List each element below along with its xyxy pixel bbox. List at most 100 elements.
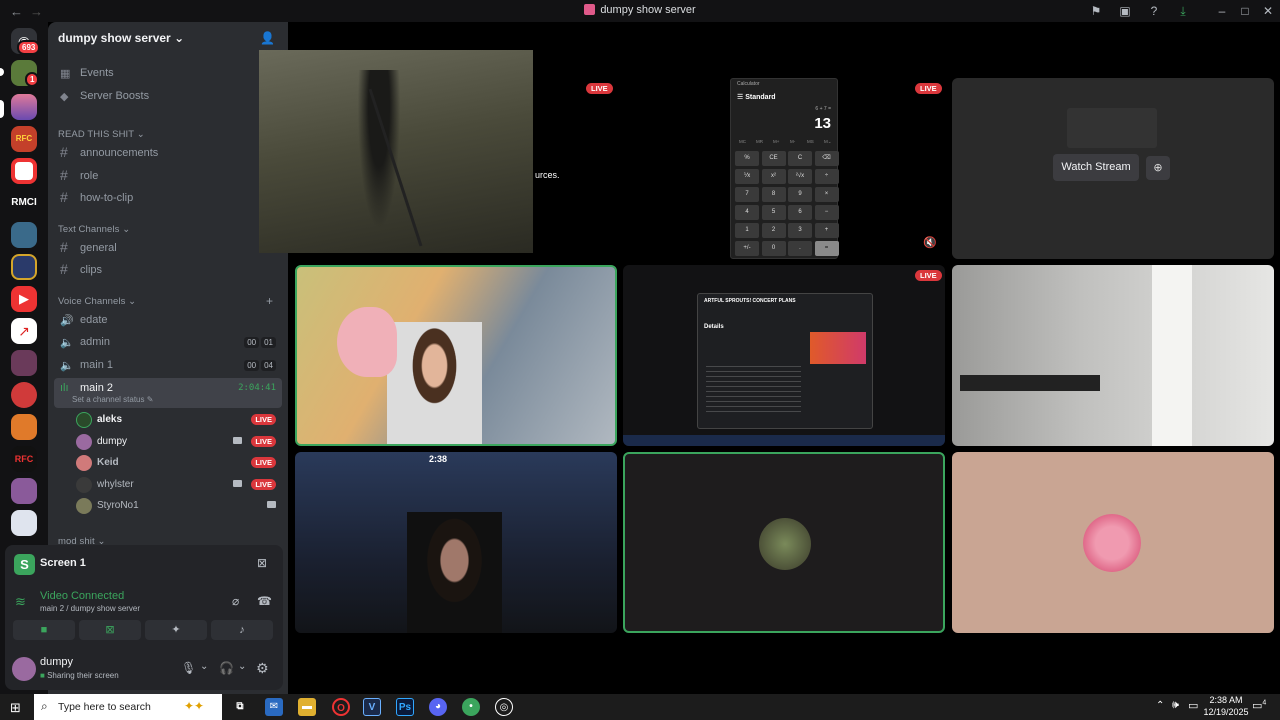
calc-memory-key[interactable]: M⌄	[824, 139, 832, 145]
user-tile-speaking[interactable]	[623, 452, 945, 633]
threads-icon[interactable]: ⚑	[1088, 3, 1104, 19]
signal-icon[interactable]: ≋	[15, 594, 26, 610]
voice-main-2[interactable]: ılı main 2 2:04:41 Set a channel status ✎	[54, 378, 282, 408]
voice-user[interactable]: whylster LIVE	[76, 475, 282, 495]
youtube-icon[interactable]: ▶	[11, 286, 37, 312]
headphones-icon[interactable]: 🎧	[219, 661, 234, 675]
search-box[interactable]: ⌕ Type here to search ✦✦	[34, 694, 222, 720]
voice-admin[interactable]: 🔈 admin 00 01	[54, 332, 282, 354]
mic-icon[interactable]: 🎙	[181, 661, 196, 675]
activities-button[interactable]: ✦	[145, 620, 207, 640]
category-read[interactable]: READ THIS SHIT ⌄	[58, 129, 145, 140]
inbox-icon[interactable]: ▣	[1117, 3, 1133, 19]
boosts-item[interactable]: ◆ Server Boosts	[54, 86, 282, 108]
disconnect-icon[interactable]: ☎	[257, 594, 272, 608]
calc-key[interactable]: x²	[761, 169, 786, 184]
user-avatar[interactable]	[12, 657, 36, 681]
network-icon[interactable]: ▭	[1188, 699, 1198, 712]
channel-clips[interactable]: # clips	[54, 260, 282, 282]
webcam-tile-dumpy[interactable]	[295, 265, 617, 446]
minimize-button[interactable]: –	[1214, 3, 1230, 19]
mute-icon[interactable]: 🔇	[923, 236, 937, 249]
calc-key[interactable]: C	[788, 151, 812, 166]
voice-user[interactable]: aleks LIVE	[76, 410, 282, 430]
mic-options-icon[interactable]: ⌄	[200, 661, 208, 672]
calc-key[interactable]: −	[814, 205, 839, 220]
calc-key[interactable]: 6	[788, 205, 812, 220]
task-view-icon[interactable]: ⧉	[231, 698, 249, 716]
server-avatar-2[interactable]	[11, 94, 37, 120]
notification-icon[interactable]: ▭4	[1252, 699, 1266, 712]
calc-key[interactable]: CE	[761, 151, 786, 166]
voice-user[interactable]: Keid LIVE	[76, 453, 282, 473]
user-tile-avatar[interactable]	[952, 452, 1274, 633]
server-avatar-7[interactable]	[11, 478, 37, 504]
camera-button[interactable]: ■	[13, 620, 75, 640]
maximize-button[interactable]: □	[1237, 3, 1253, 19]
photoshop-icon[interactable]: Ps	[396, 698, 414, 716]
headphone-options-icon[interactable]: ⌄	[238, 661, 246, 672]
soundboard-button[interactable]: ♪	[211, 620, 273, 640]
calc-memory-key[interactable]: M-	[790, 139, 795, 144]
calc-key[interactable]: 5	[761, 205, 786, 220]
clock-date[interactable]: 12/19/2025	[1203, 707, 1249, 717]
volume-icon[interactable]: 🕪	[1172, 699, 1179, 712]
calc-key[interactable]: .	[788, 241, 812, 256]
voice-edate[interactable]: 🔊 edate	[54, 310, 282, 332]
calc-key[interactable]: +	[814, 223, 839, 238]
calc-key[interactable]: 8	[761, 187, 786, 202]
tray-chevron-icon[interactable]: ⌃	[1156, 700, 1164, 711]
stream-tile-screen[interactable]: ARTFUL SPROUTS! CONCERT PLANS Details	[623, 265, 945, 446]
webcam-tile-keyboard[interactable]	[952, 265, 1274, 446]
invite-icon[interactable]: 👤	[260, 31, 275, 45]
calc-key[interactable]: ⌫	[814, 151, 839, 166]
calc-key[interactable]: %	[735, 151, 759, 166]
mail-icon[interactable]: ✉	[265, 698, 283, 716]
calc-key[interactable]: 1	[735, 223, 759, 238]
help-icon[interactable]: ?	[1146, 3, 1162, 19]
clock-time[interactable]: 2:38 AM	[1203, 695, 1249, 705]
download-icon[interactable]: ⤓	[1175, 3, 1191, 19]
server-header[interactable]: dumpy show server ⌄	[48, 22, 288, 56]
app-green-icon[interactable]: •	[462, 698, 480, 716]
vegas-icon[interactable]: V	[363, 698, 381, 716]
channel-general[interactable]: # general	[54, 238, 282, 260]
server-avatar-6[interactable]	[11, 414, 37, 440]
category-voice[interactable]: Voice Channels ⌄	[58, 296, 136, 307]
calc-key[interactable]: 2	[761, 223, 786, 238]
youtube-server-icon[interactable]	[11, 158, 37, 184]
stream-tile-watch[interactable]: Watch Stream ⊕	[952, 78, 1274, 259]
watch-stream-button[interactable]: Watch Stream	[1053, 154, 1139, 181]
calc-key[interactable]: +/-	[735, 241, 759, 256]
popout-icon[interactable]: ⊕	[1146, 156, 1170, 180]
calculator-stream[interactable]: Calculator ☰ Standard 6 + 7 = 13 MC MR M+ M…	[730, 78, 839, 259]
opera-icon[interactable]: O	[332, 698, 350, 716]
channel-status[interactable]: Set a channel status ✎	[72, 395, 153, 404]
add-channel-icon[interactable]: +	[266, 294, 273, 308]
close-button[interactable]: ✕	[1260, 3, 1276, 19]
share-screen-button[interactable]: ⊠	[79, 620, 141, 640]
voice-main-1[interactable]: 🔈 main 1 00 04	[54, 355, 282, 377]
voice-user[interactable]: StyroNo1	[76, 496, 282, 516]
file-explorer-icon[interactable]: ▬	[298, 698, 316, 716]
calc-key[interactable]: 4	[735, 205, 759, 220]
calc-memory-key[interactable]: MC	[739, 139, 746, 144]
calc-key[interactable]: 7	[735, 187, 759, 202]
settings-gear-icon[interactable]: ⚙	[256, 660, 269, 677]
events-item[interactable]: ▦ Events	[54, 63, 282, 85]
popout-video[interactable]	[259, 50, 533, 253]
calc-key[interactable]: 9	[788, 187, 812, 202]
windows-start-icon[interactable]: ⊞	[10, 700, 21, 716]
lifebuoy-icon[interactable]	[11, 382, 37, 408]
server-rmci[interactable]: RMCI	[8, 190, 40, 216]
category-text[interactable]: Text Channels ⌄	[58, 224, 130, 235]
noise-suppression-icon[interactable]: ⌀	[232, 594, 239, 608]
calc-key[interactable]: ×	[814, 187, 839, 202]
obs-icon[interactable]: ◎	[495, 698, 513, 716]
calc-memory-key[interactable]: M+	[773, 139, 779, 144]
channel-role[interactable]: # role	[54, 166, 282, 188]
server-avatar-5[interactable]	[11, 350, 37, 376]
calc-memory-key[interactable]: MS	[807, 139, 814, 144]
webcam-tile-whylster[interactable]: 2:38	[295, 452, 617, 633]
server-rfc2-icon[interactable]: RFC	[11, 446, 37, 472]
